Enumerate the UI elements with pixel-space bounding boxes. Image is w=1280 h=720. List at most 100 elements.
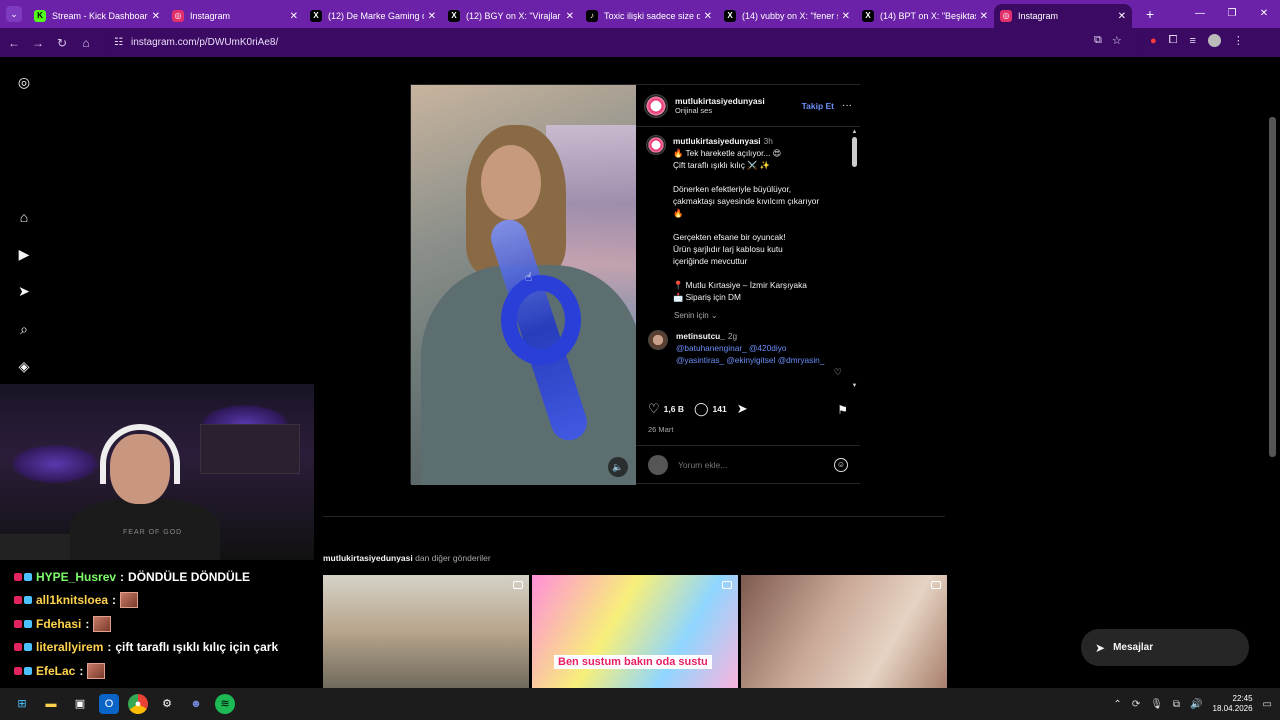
- store-icon[interactable]: ▣: [70, 694, 90, 714]
- audio-label[interactable]: Orijinal ses: [675, 106, 802, 115]
- steam-icon[interactable]: ⚙: [157, 694, 177, 714]
- comment-like-icon[interactable]: ♡: [834, 367, 842, 378]
- more-options-icon[interactable]: ···: [842, 100, 852, 111]
- clock[interactable]: 22:45 18.04.2026: [1213, 694, 1253, 714]
- back-button[interactable]: ←: [2, 36, 26, 50]
- home-icon[interactable]: ⌂: [16, 209, 32, 225]
- microphone-icon[interactable]: 🎙: [1150, 699, 1163, 710]
- close-window-button[interactable]: ✕: [1248, 0, 1280, 28]
- page-scrollbar[interactable]: [1269, 117, 1276, 457]
- reels-icon[interactable]: ▶: [16, 246, 32, 262]
- emoji-icon[interactable]: ☺: [834, 457, 848, 472]
- caption-scroll-area[interactable]: mutlukirtasiyedunyasi 3h 🔥 Tek hareketle …: [636, 127, 860, 389]
- minimize-button[interactable]: —: [1184, 0, 1216, 28]
- forward-button[interactable]: →: [26, 36, 50, 50]
- mouse-cursor-icon: ☝: [525, 270, 533, 284]
- tab-close-icon[interactable]: ✕: [566, 11, 574, 22]
- scroll-down-arrow[interactable]: ▼: [851, 383, 858, 389]
- instagram-logo-icon[interactable]: ◎: [16, 74, 32, 90]
- more-post-thumb[interactable]: Ben sustum bakın oda sustu: [532, 575, 738, 688]
- browser-tab[interactable]: ♪ Toxic ilişki sadece size değ ✕: [580, 4, 718, 28]
- translation-toggle[interactable]: Senin için ⌄: [674, 311, 860, 320]
- messages-button[interactable]: ➤ Mesajlar: [1081, 629, 1249, 666]
- bookmark-star-icon[interactable]: ☆: [1112, 34, 1122, 47]
- new-tab-button[interactable]: +: [1138, 6, 1162, 22]
- caption-avatar[interactable]: [646, 135, 666, 155]
- tab-close-icon[interactable]: ✕: [1118, 11, 1126, 22]
- browser-tab[interactable]: ◎ Instagram ✕: [994, 4, 1132, 28]
- tab-favicon-icon: ◎: [1000, 10, 1012, 22]
- reload-button[interactable]: ↻: [50, 36, 74, 50]
- extension-red-icon[interactable]: ●: [1150, 35, 1157, 47]
- tray-app-icon[interactable]: ⟳: [1132, 699, 1140, 710]
- browser-menu-icon[interactable]: ⋮: [1233, 34, 1244, 47]
- explore-compass-icon[interactable]: ◈: [16, 358, 32, 374]
- volume-icon[interactable]: 🔊: [1190, 699, 1202, 710]
- discord-icon[interactable]: ☻: [186, 694, 206, 714]
- more-post-thumb[interactable]: [323, 575, 529, 688]
- tab-close-icon[interactable]: ✕: [980, 11, 988, 22]
- tab-close-icon[interactable]: ✕: [290, 11, 298, 22]
- commenter-avatar[interactable]: [648, 330, 668, 350]
- search-icon[interactable]: ⌕: [16, 321, 32, 337]
- browser-tab[interactable]: X (14) BPT on X: "Beşiktaş'ı ✕: [856, 4, 994, 28]
- notifications-icon[interactable]: ▭: [1263, 699, 1272, 710]
- outlook-icon[interactable]: O: [99, 694, 119, 714]
- scroll-thumb[interactable]: [852, 137, 857, 167]
- restore-button[interactable]: ❐: [1216, 0, 1248, 28]
- browser-tab[interactable]: ◎ Instagram ✕: [166, 4, 304, 28]
- follow-button[interactable]: Takip Et: [802, 101, 834, 111]
- author-avatar[interactable]: [644, 93, 668, 118]
- mute-button[interactable]: 🔈: [608, 457, 628, 477]
- more-post-thumb[interactable]: [741, 575, 947, 688]
- browser-tab[interactable]: X (12) De Marke Gaming on ✕: [304, 4, 442, 28]
- windows-start-icon[interactable]: ⊞: [12, 694, 32, 714]
- chat-message: HYPE_Husrev: DÖNDÜLE DÖNDÜLE: [0, 565, 314, 589]
- address-bar[interactable]: ☷ instagram.com/p/DWUmK0riAe8/: [104, 31, 1144, 53]
- author-username[interactable]: mutlukirtasiyedunyasi: [675, 96, 802, 106]
- comments-count[interactable]: 141: [713, 404, 727, 414]
- tray-overflow-icon[interactable]: ⌃: [1113, 699, 1121, 710]
- extension-icons: ● ⧠ ≡ ⋮: [1150, 34, 1244, 47]
- messages-send-icon[interactable]: ➤: [16, 283, 32, 299]
- url-text: instagram.com/p/DWUmK0riAe8/: [130, 36, 279, 48]
- caption-username[interactable]: mutlukirtasiyedunyasi: [673, 136, 761, 146]
- chat-text: DÖNDÜLE DÖNDÜLE: [128, 569, 251, 584]
- headset: [100, 424, 180, 484]
- senin-icin-label: Senin için: [674, 311, 709, 320]
- comment-mentions[interactable]: @batuhanenginar_ @420diyo @yasintiras_ @…: [676, 342, 826, 366]
- file-explorer-icon[interactable]: ▬: [41, 694, 61, 714]
- like-heart-icon[interactable]: ♡: [648, 401, 660, 417]
- media-control-icon[interactable]: ≡: [1189, 35, 1195, 47]
- home-button[interactable]: ⌂: [74, 36, 98, 50]
- tab-close-icon[interactable]: ✕: [842, 11, 850, 22]
- commenter-username[interactable]: metinsutcu_: [676, 331, 725, 341]
- caption-line: [673, 171, 843, 183]
- scroll-up-arrow[interactable]: ▲: [851, 129, 858, 135]
- browser-tab[interactable]: X (12) BGY on X: "Virajlar je ✕: [442, 4, 580, 28]
- install-app-icon[interactable]: ⧉: [1094, 34, 1102, 47]
- tab-close-icon[interactable]: ✕: [152, 11, 160, 22]
- network-icon[interactable]: ⧉: [1173, 699, 1180, 710]
- save-bookmark-icon[interactable]: ⚑: [837, 403, 848, 417]
- comment-input[interactable]: [678, 459, 834, 470]
- spotify-icon[interactable]: ≋: [215, 694, 235, 714]
- extensions-puzzle-icon[interactable]: ⧠: [1169, 34, 1178, 47]
- likes-count[interactable]: 1,6 B: [664, 404, 684, 414]
- chrome-icon[interactable]: ●: [128, 694, 148, 714]
- tab-search-button[interactable]: ⌄: [0, 0, 28, 28]
- post-actions: ♡ 1,6 B ◯ 141 ➤: [648, 401, 848, 417]
- tab-close-icon[interactable]: ✕: [704, 11, 712, 22]
- chevron-down-icon: ⌄: [6, 6, 22, 22]
- post-video[interactable]: 🔈: [411, 85, 636, 485]
- more-posts-user[interactable]: mutlukirtasiyedunyasi: [323, 553, 413, 563]
- browser-tab[interactable]: X (14) vubby on X: "fener şa ✕: [718, 4, 856, 28]
- site-info-icon[interactable]: ☷: [114, 37, 123, 48]
- share-send-icon[interactable]: ➤: [737, 401, 748, 417]
- caption-scrollbar[interactable]: ▲ ▼: [851, 129, 858, 391]
- tab-close-icon[interactable]: ✕: [428, 11, 436, 22]
- profile-avatar[interactable]: [1207, 34, 1221, 47]
- comment-bubble-icon[interactable]: ◯: [694, 401, 709, 417]
- chat-badge-icon: [24, 596, 32, 605]
- browser-tab[interactable]: K Stream - Kick Dashboard ✕: [28, 4, 166, 28]
